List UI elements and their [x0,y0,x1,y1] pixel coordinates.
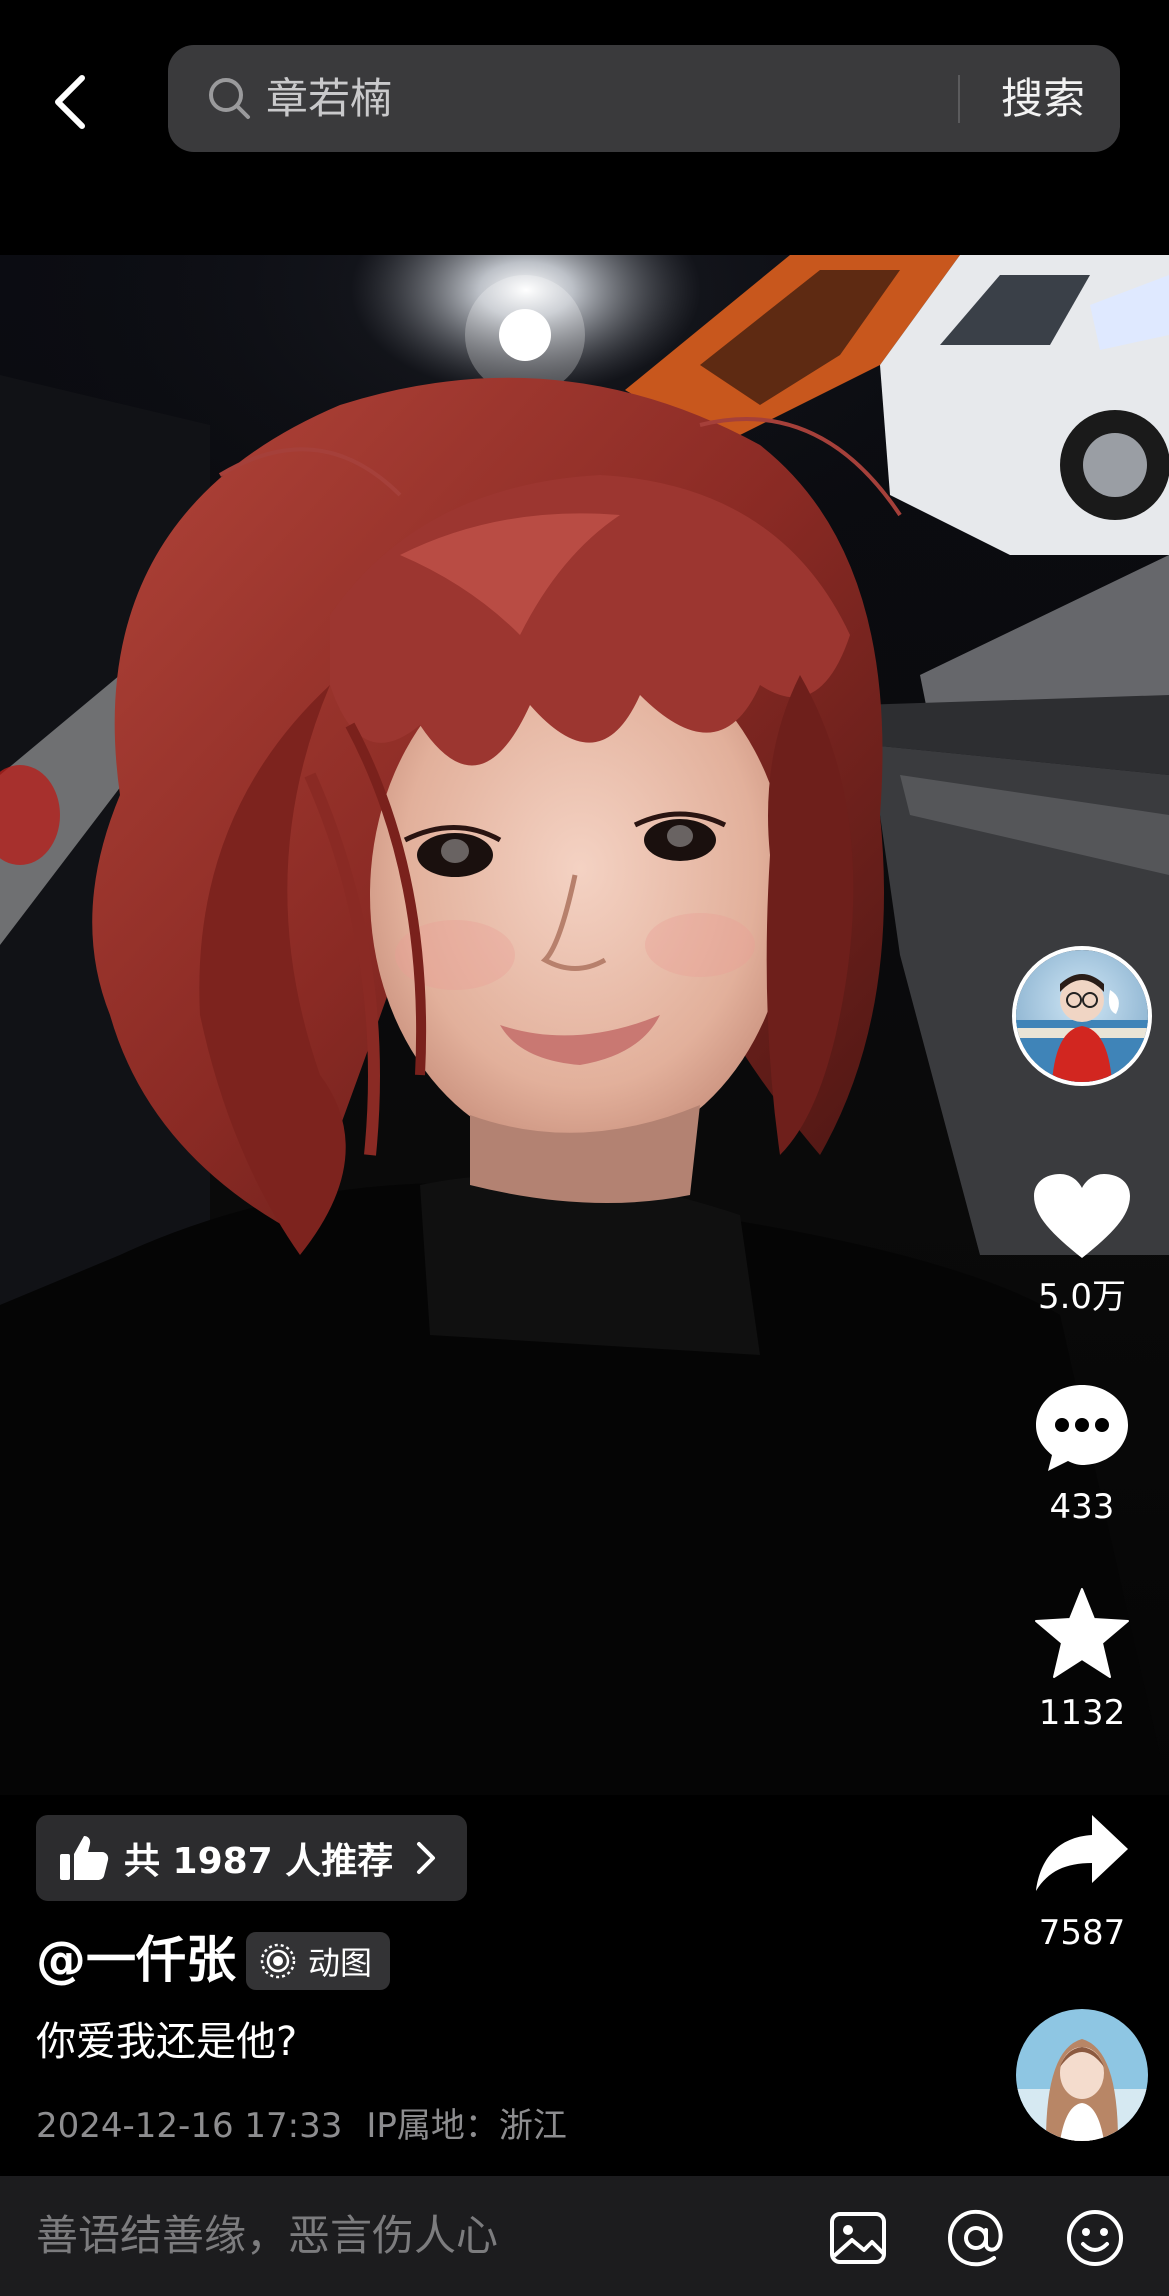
at-icon[interactable] [944,2206,1008,2270]
ip-location: IP属地：浙江 [366,2106,567,2146]
share-count: 7587 [1038,1913,1126,1953]
post-type-label: 动图 [308,1944,373,1982]
chevron-left-icon [55,75,85,129]
share-button[interactable]: 7587 [1012,1798,1152,1954]
comment-count: 433 [1049,1487,1115,1527]
top-bar: 章若楠 搜索 [0,0,1169,255]
music-cover-image [1016,2009,1148,2141]
post-detail-page: 章若楠 搜索 5.0万 433 1132 7587 共 1987 人推荐 @一仟… [0,0,1169,2296]
comment-input[interactable]: 善语结善缘，恶言伤人心 [36,2176,498,2296]
live-photo-icon [260,1943,296,1979]
post-caption: 你爱我还是他? [36,2019,298,2065]
post-date: 2024-12-16 17:33 [36,2106,343,2146]
search-input[interactable]: 章若楠 [266,45,392,152]
comment-dots-icon [1036,1385,1128,1471]
avatar-image [1016,950,1148,1082]
post-photo[interactable] [0,255,1169,1795]
image-icon[interactable] [826,2206,890,2270]
like-count: 5.0万 [1037,1277,1127,1317]
search-icon [209,78,250,119]
search-bar[interactable]: 章若楠 搜索 [168,45,1120,152]
recommend-label: 共 1987 人推荐 [124,1841,394,1882]
post-meta: 2024-12-16 17:33 IP属地：浙江 [36,2100,567,2152]
emoji-icon[interactable] [1063,2206,1127,2270]
music-disc[interactable] [1016,2009,1148,2141]
author-name[interactable]: @一仟张 [36,1928,236,1992]
search-button[interactable]: 搜索 [978,45,1108,152]
favorite-count: 1132 [1038,1693,1126,1733]
thumbs-up-icon [60,1836,109,1880]
back-button[interactable] [38,62,102,142]
chevron-right-icon [417,1842,436,1874]
recommend-chip[interactable]: 共 1987 人推荐 [36,1815,468,1901]
favorite-button[interactable]: 1132 [1012,1578,1152,1734]
like-button[interactable]: 5.0万 [1012,1162,1152,1318]
comment-bar: 善语结善缘，恶言伤人心 [0,2176,1169,2296]
post-type-badge: 动图 [246,1932,391,1990]
comment-button[interactable]: 433 [1012,1372,1152,1528]
author-avatar[interactable] [1012,946,1152,1086]
heart-icon [1034,1174,1130,1258]
search-divider [958,75,960,123]
star-icon [1035,1588,1129,1678]
share-arrow-icon [1036,1815,1128,1891]
